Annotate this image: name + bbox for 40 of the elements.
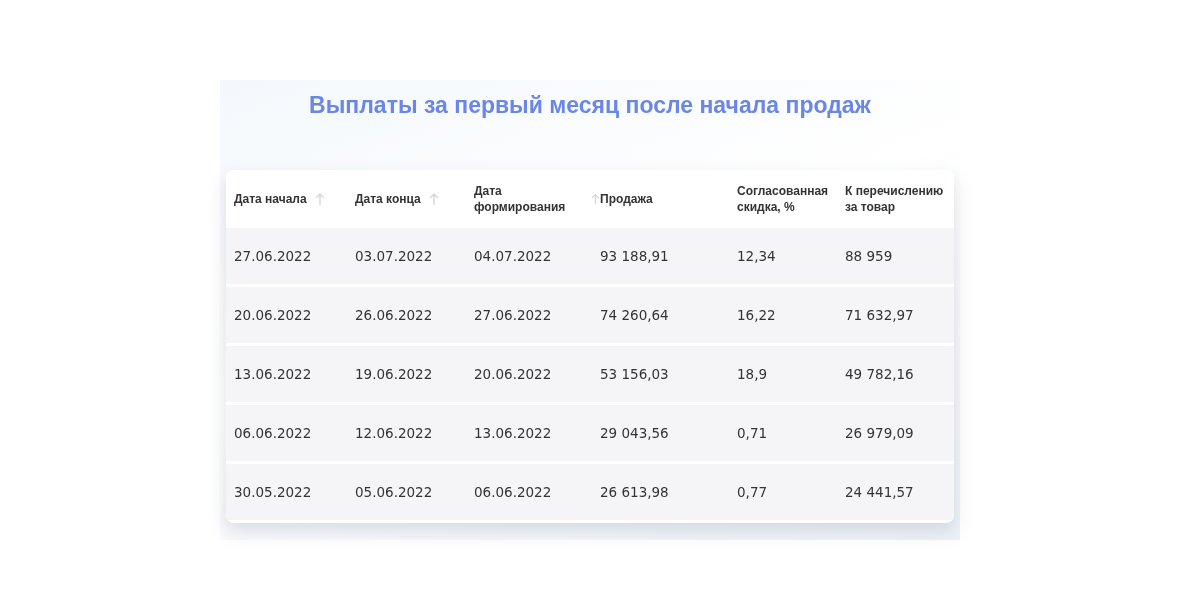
table-cell-text: 27.06.2022 [474, 307, 553, 323]
table-cell-text: 16,22 [737, 307, 777, 323]
page-title: Выплаты за первый месяц после начала продаж [308, 91, 872, 120]
table-cell-text: 19.06.2022 [355, 366, 434, 382]
table-cell-text: 29 043,56 [600, 425, 670, 441]
column-header: Продажа [600, 191, 653, 207]
column-header: К перечислению за товар [845, 183, 945, 215]
table-cell-text: 20.06.2022 [234, 307, 313, 323]
column-header: Дата формирования [474, 183, 567, 215]
table-cell-text: 26.06.2022 [355, 307, 434, 323]
table-cell-text: 49 782,16 [845, 366, 915, 382]
table-cell-text: 26 613,98 [600, 484, 670, 500]
table-cell-text: 06.06.2022 [474, 484, 553, 500]
column-header: Дата начала [234, 191, 307, 207]
table-cell-text: 12.06.2022 [355, 425, 434, 441]
table-cell-text: 04.07.2022 [474, 248, 553, 264]
table-cell-text: 06.06.2022 [234, 425, 313, 441]
sort-arrow-icon[interactable] [428, 192, 439, 206]
column-header: Согласованная скидка, % [737, 183, 830, 215]
table-cell-text: 13.06.2022 [474, 425, 553, 441]
table-cell-text: 88 959 [845, 248, 894, 264]
column-header: Дата конца [355, 191, 421, 207]
table-cell-text: 0,77 [737, 484, 769, 500]
table-cell-text: 24 441,57 [845, 484, 915, 500]
sort-arrow-icon[interactable] [314, 192, 325, 206]
table-cell-text: 74 260,64 [600, 307, 670, 323]
table-cell-text: 26 979,09 [845, 425, 915, 441]
table-cell-text: 30.05.2022 [234, 484, 313, 500]
table-cell-text: 27.06.2022 [234, 248, 313, 264]
table-cell-text: 13.06.2022 [234, 366, 313, 382]
table-cell-text: 71 632,97 [845, 307, 915, 323]
table-cell-text: 05.06.2022 [355, 484, 434, 500]
table-cell-text: 12,34 [737, 248, 777, 264]
table-cell-text: 03.07.2022 [355, 248, 434, 264]
table-cell-text: 0,71 [737, 425, 769, 441]
table-cell-text: 53 156,03 [600, 366, 670, 382]
table-cell-text: 20.06.2022 [474, 366, 553, 382]
table-cell-text: 18,9 [737, 366, 769, 382]
table-cell-text: 93 188,91 [600, 248, 670, 264]
sort-arrow-icon[interactable] [591, 192, 600, 206]
